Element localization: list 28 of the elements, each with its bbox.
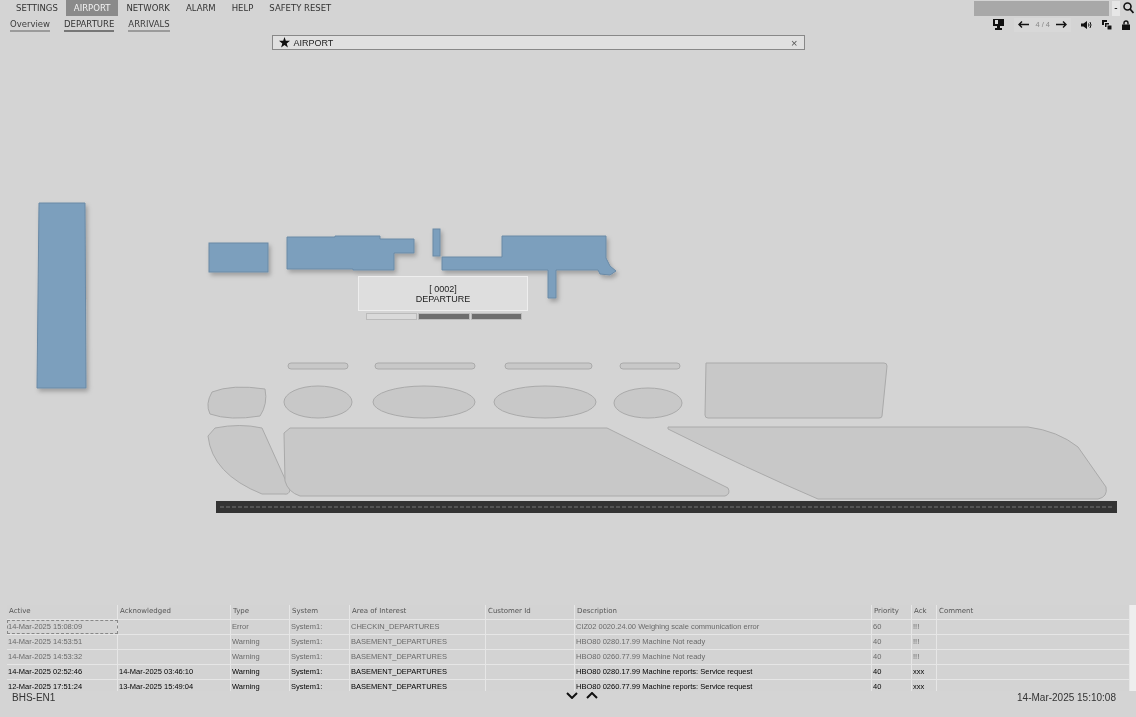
speaker-icon[interactable] bbox=[1081, 20, 1092, 29]
chevron-up-icon[interactable] bbox=[586, 692, 598, 699]
search-field[interactable] bbox=[974, 0, 1109, 16]
view-title: AIRPORT bbox=[293, 37, 334, 48]
menu-tab[interactable]: HELP bbox=[223, 0, 262, 16]
menu-tab[interactable]: NETWORK bbox=[118, 0, 178, 16]
status-datetime: 14-Mar-2025 15:10:08 bbox=[1017, 692, 1116, 703]
arrow-left-icon[interactable] bbox=[1018, 21, 1030, 28]
area-code: [ 0002] bbox=[429, 283, 457, 294]
menu-tab[interactable]: SAFETY RESET bbox=[261, 0, 340, 16]
submenu-tab[interactable]: DEPARTURE bbox=[64, 17, 115, 32]
submenu-tab[interactable]: ARRIVALS bbox=[128, 17, 170, 32]
search-icon[interactable] bbox=[1123, 2, 1134, 14]
area-label[interactable]: [ 0002] DEPARTURE bbox=[358, 276, 528, 311]
star-icon bbox=[278, 37, 290, 48]
menu-tab[interactable]: ALARM bbox=[177, 0, 224, 16]
dropdown-button[interactable]: - bbox=[1112, 0, 1120, 16]
station-name: BHS-EN1 bbox=[12, 692, 56, 703]
area-name: DEPARTURE bbox=[415, 293, 471, 304]
monitor-icon[interactable] bbox=[993, 19, 1005, 30]
submenu-tab[interactable]: Overview bbox=[10, 17, 51, 32]
windows-icon[interactable] bbox=[1102, 19, 1112, 30]
menu-tab[interactable]: AIRPORT bbox=[65, 0, 119, 16]
lock-icon[interactable] bbox=[1122, 19, 1130, 30]
arrow-right-icon[interactable] bbox=[1056, 21, 1067, 28]
chevron-down-icon[interactable] bbox=[566, 692, 578, 699]
close-button[interactable]: × bbox=[791, 36, 798, 49]
menu-tab[interactable]: SETTINGS bbox=[8, 0, 66, 16]
